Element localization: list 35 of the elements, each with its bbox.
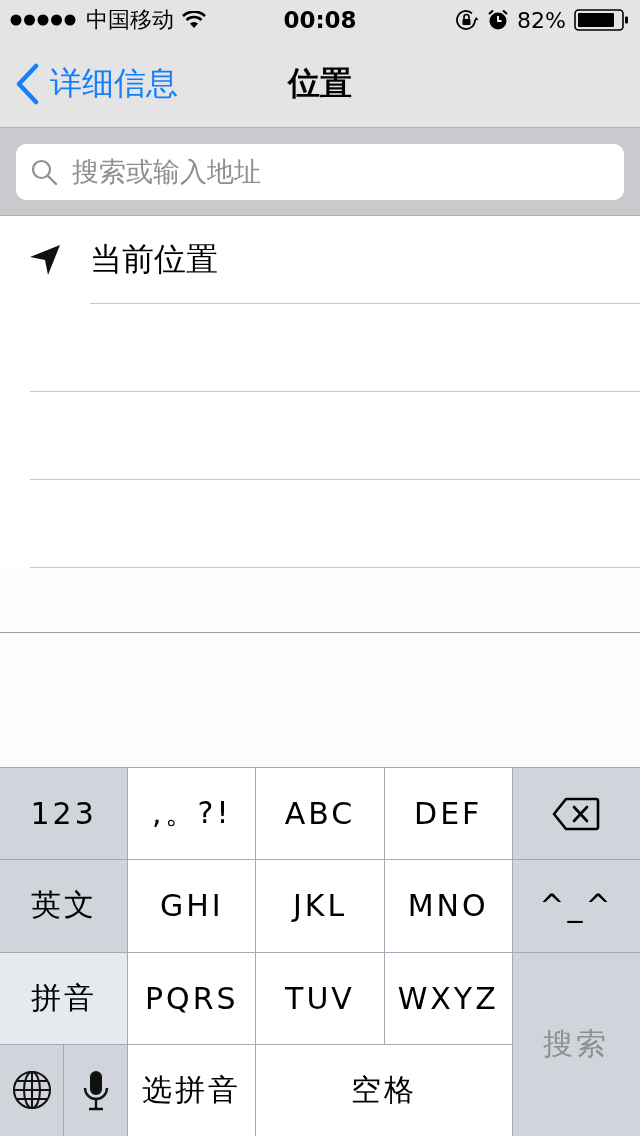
rotation-lock-icon — [455, 9, 480, 31]
keyboard-key[interactable]: ^_^ — [512, 860, 640, 952]
keyboard-key[interactable]: JKL — [256, 860, 384, 952]
keyboard-key[interactable]: ABC — [256, 768, 384, 860]
nav-title: 位置 — [288, 63, 352, 104]
location-arrow-icon — [28, 243, 62, 277]
list-row[interactable]: 当前位置 — [0, 216, 640, 304]
search-icon — [30, 157, 58, 186]
status-time: 00:08 — [283, 7, 357, 33]
keyboard-key[interactable]: WXYZ — [384, 952, 512, 1044]
wifi-icon — [182, 11, 206, 29]
keyboard-key[interactable]: 选拼音 — [128, 1044, 256, 1136]
alarm-icon — [487, 9, 510, 31]
globe-icon — [11, 1070, 52, 1111]
keyboard-key[interactable]: DEF — [384, 768, 512, 860]
keyboard-key[interactable]: ,。?! — [128, 768, 256, 860]
space-key[interactable]: 空格 — [256, 1044, 512, 1136]
microphone-key[interactable] — [64, 1044, 128, 1136]
keyboard-key[interactable]: MNO — [384, 860, 512, 952]
delete-key[interactable] — [512, 768, 640, 860]
keyboard-key[interactable]: PQRS — [128, 952, 256, 1044]
keyboard-key[interactable]: 123 — [0, 768, 128, 860]
search-field[interactable]: 搜索或输入地址 — [16, 143, 624, 200]
keyboard-key[interactable]: GHI — [128, 860, 256, 952]
keyboard-key[interactable]: 英文 — [0, 860, 128, 952]
globe-key[interactable] — [0, 1044, 64, 1136]
microphone-icon — [81, 1069, 110, 1112]
battery-icon — [574, 9, 630, 31]
delete-icon — [552, 796, 601, 831]
carrier-name: 中国移动 — [86, 6, 174, 34]
battery-percent: 82% — [517, 7, 566, 33]
back-chevron-icon — [14, 63, 40, 105]
signal-icon — [10, 13, 78, 27]
keyboard-key[interactable]: TUV — [256, 952, 384, 1044]
keyboard-key[interactable]: 拼音 — [0, 952, 128, 1044]
